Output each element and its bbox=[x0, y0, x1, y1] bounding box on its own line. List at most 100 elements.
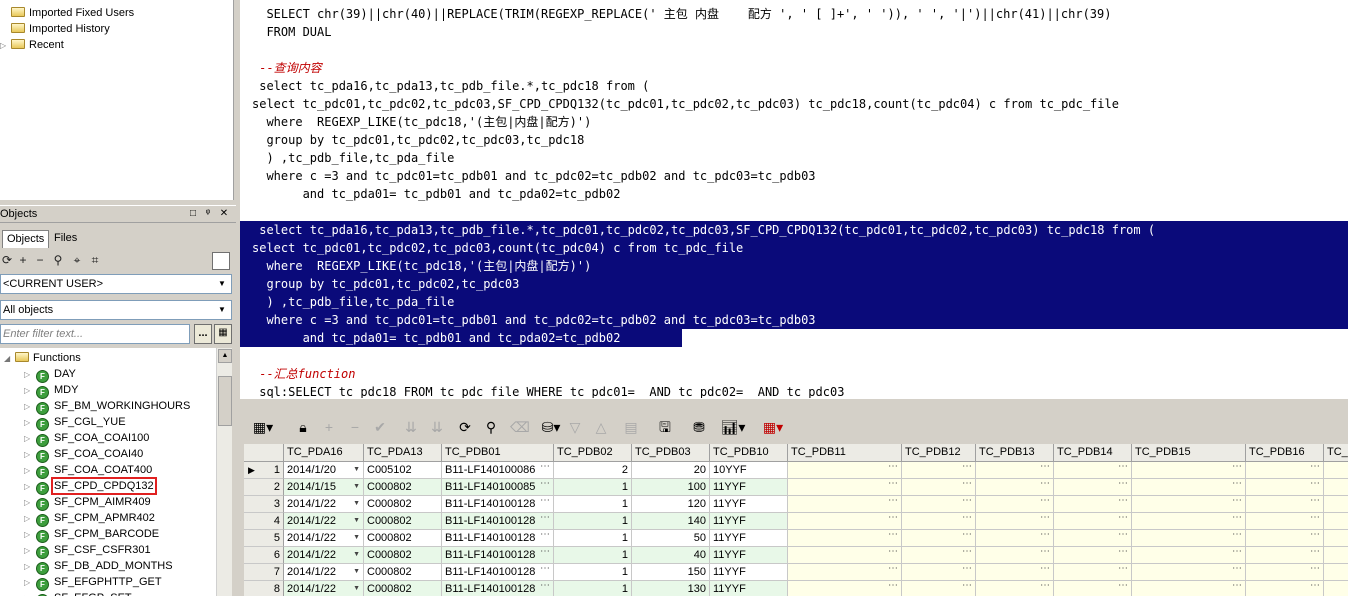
table-cell[interactable]: ⋯ bbox=[1246, 564, 1324, 581]
code-line[interactable]: select tc_pdc01,tc_pdc02,tc_pdc03,count(… bbox=[240, 239, 1348, 257]
table-cell[interactable]: ⋯ bbox=[902, 496, 976, 513]
table-cell[interactable]: ⋯ bbox=[1054, 547, 1132, 564]
ellipsis-icon[interactable]: ⋯ bbox=[540, 496, 550, 509]
table-cell[interactable]: ⋯ bbox=[1054, 513, 1132, 530]
ellipsis-icon[interactable]: ⋯ bbox=[1310, 462, 1320, 475]
table-cell[interactable]: ⋯ bbox=[788, 547, 902, 564]
column-header[interactable]: TC_PDB03 bbox=[632, 444, 710, 462]
code-line[interactable]: ) ,tc_pdb_file,tc_pda_file bbox=[240, 293, 1348, 311]
table-cell[interactable] bbox=[1324, 513, 1348, 530]
function-item[interactable]: ▷ F SF_COA_COAI40 bbox=[24, 446, 143, 463]
column-header[interactable]: TC_PDB11 bbox=[788, 444, 902, 462]
table-cell[interactable]: 1 bbox=[554, 479, 632, 496]
table-cell[interactable]: B11-LF140100128 ⋯ bbox=[442, 547, 554, 564]
table-cell[interactable]: 1 bbox=[554, 581, 632, 596]
code-line[interactable]: SELECT chr(39)||chr(40)||REPLACE(TRIM(RE… bbox=[252, 5, 1111, 23]
remove-icon[interactable]: − bbox=[33, 253, 47, 267]
ellipsis-icon[interactable]: ⋯ bbox=[888, 513, 898, 526]
ellipsis-icon[interactable]: ⋯ bbox=[1118, 496, 1128, 509]
code-line[interactable]: --查询内容 bbox=[252, 59, 321, 77]
ellipsis-icon[interactable]: ⋯ bbox=[1040, 581, 1050, 594]
table-cell[interactable]: 11YYF bbox=[710, 530, 788, 547]
table-cell[interactable]: 2014/1/22 ▼ bbox=[284, 581, 364, 596]
table-cell[interactable]: B11-LF140100128 ⋯ bbox=[442, 513, 554, 530]
ellipsis-icon[interactable]: ⋯ bbox=[540, 564, 550, 577]
table-cell[interactable]: ⋯ bbox=[976, 564, 1054, 581]
chevron-down-icon[interactable]: ▼ bbox=[353, 479, 360, 495]
ellipsis-icon[interactable]: ⋯ bbox=[1118, 462, 1128, 475]
expand-icon[interactable]: ▷ bbox=[24, 383, 36, 399]
table-cell[interactable]: ⋯ bbox=[1132, 547, 1246, 564]
expand-icon[interactable]: ▷ bbox=[24, 367, 36, 383]
find-icon[interactable]: ⚲ bbox=[51, 253, 65, 267]
ellipsis-icon[interactable]: ⋯ bbox=[1118, 547, 1128, 560]
pin-icon[interactable]: ᵠ bbox=[203, 208, 213, 219]
expand-icon[interactable]: ▷ bbox=[24, 575, 36, 591]
clear-icon[interactable]: ⌫ bbox=[510, 418, 530, 436]
table-cell[interactable]: B11-LF140100128 ⋯ bbox=[442, 496, 554, 513]
ellipsis-icon[interactable]: ⋯ bbox=[1310, 547, 1320, 560]
single-record-view-icon[interactable]: ▤ bbox=[620, 418, 642, 436]
table-cell[interactable]: 11YYF bbox=[710, 496, 788, 513]
grid-corner[interactable] bbox=[244, 444, 284, 462]
table-cell[interactable]: 2014/1/22 ▼ bbox=[284, 530, 364, 547]
expand-icon[interactable]: ▷ bbox=[24, 415, 36, 431]
table-cell[interactable]: ⋯ bbox=[788, 462, 902, 479]
column-header[interactable]: TC_PDB13 bbox=[976, 444, 1054, 462]
option-checkbox[interactable] bbox=[212, 252, 230, 270]
table-cell[interactable]: ⋯ bbox=[1054, 462, 1132, 479]
table-cell[interactable]: B11-LF140100128 ⋯ bbox=[442, 530, 554, 547]
ellipsis-icon[interactable]: ⋯ bbox=[1118, 530, 1128, 543]
column-header[interactable]: TC_PDB16 bbox=[1246, 444, 1324, 462]
column-header[interactable]: TC_PDB02 bbox=[554, 444, 632, 462]
ellipsis-icon[interactable]: ⋯ bbox=[1232, 462, 1242, 475]
table-cell[interactable]: ⋯ bbox=[976, 513, 1054, 530]
table-cell[interactable]: C005102 bbox=[364, 462, 442, 479]
table-cell[interactable]: 11YYF bbox=[710, 547, 788, 564]
ellipsis-icon[interactable]: ⋯ bbox=[962, 462, 972, 475]
table-cell[interactable]: ⋯ bbox=[788, 513, 902, 530]
expand-icon[interactable]: ▷ bbox=[24, 431, 36, 447]
filter-apply-button[interactable]: ▦ bbox=[214, 324, 232, 344]
code-line[interactable]: where c =3 and tc_pdc01=tc_pdb01 and tc_… bbox=[240, 311, 1348, 329]
function-item[interactable]: ▷ F SF_CGL_YUE bbox=[24, 414, 126, 431]
table-cell[interactable]: ⋯ bbox=[1132, 513, 1246, 530]
expand-icon[interactable]: ▷ bbox=[24, 511, 36, 527]
table-cell[interactable]: ⋯ bbox=[1246, 479, 1324, 496]
table-cell[interactable]: 1 bbox=[554, 547, 632, 564]
restore-icon[interactable]: □ bbox=[188, 208, 198, 219]
refresh-icon[interactable]: ⟳ bbox=[456, 418, 474, 436]
function-item[interactable]: ▷ F SF_COA_COAT400 bbox=[24, 462, 152, 479]
table-cell[interactable]: ⋯ bbox=[976, 581, 1054, 596]
table-cell[interactable]: 20 bbox=[632, 462, 710, 479]
ellipsis-icon[interactable]: ⋯ bbox=[1040, 462, 1050, 475]
lock-icon[interactable]: 🔒︎ bbox=[294, 418, 312, 436]
ellipsis-icon[interactable]: ⋯ bbox=[540, 547, 550, 560]
next-page-icon[interactable]: ▽ bbox=[566, 418, 584, 436]
ellipsis-icon[interactable]: ⋯ bbox=[962, 564, 972, 577]
table-cell[interactable]: ⋯ bbox=[1054, 496, 1132, 513]
table-cell[interactable]: 10YYF bbox=[710, 462, 788, 479]
html-table-icon[interactable]: ▦▾ bbox=[756, 418, 790, 436]
ellipsis-icon[interactable]: ⋯ bbox=[540, 581, 550, 594]
table-cell[interactable]: 150 bbox=[632, 564, 710, 581]
collapse-icon[interactable]: ◢ bbox=[4, 351, 13, 367]
expand-icon[interactable]: ▷ bbox=[24, 479, 36, 495]
expand-icon[interactable]: ▷ bbox=[24, 399, 36, 415]
ellipsis-icon[interactable]: ⋯ bbox=[962, 513, 972, 526]
ellipsis-icon[interactable]: ⋯ bbox=[962, 530, 972, 543]
table-cell[interactable]: ⋯ bbox=[976, 462, 1054, 479]
table-cell[interactable]: ⋯ bbox=[788, 581, 902, 596]
ellipsis-icon[interactable]: ⋯ bbox=[540, 462, 550, 475]
table-cell[interactable]: ⋯ bbox=[1246, 581, 1324, 596]
table-cell[interactable]: ⋯ bbox=[1054, 581, 1132, 596]
ellipsis-icon[interactable]: ⋯ bbox=[540, 513, 550, 526]
tree-item-imported-fixed-users[interactable]: Imported Fixed Users bbox=[0, 5, 134, 21]
table-cell[interactable]: C000802 bbox=[364, 513, 442, 530]
chevron-down-icon[interactable]: ▼ bbox=[353, 496, 360, 512]
table-cell[interactable]: ⋯ bbox=[1132, 496, 1246, 513]
scroll-up-icon[interactable]: ▲ bbox=[218, 349, 232, 363]
code-line[interactable]: and tc_pda01= tc_pdb01 and tc_pda02=tc_p… bbox=[240, 329, 682, 347]
ellipsis-icon[interactable]: ⋯ bbox=[888, 479, 898, 492]
expand-icon[interactable]: ▷ bbox=[24, 559, 36, 575]
